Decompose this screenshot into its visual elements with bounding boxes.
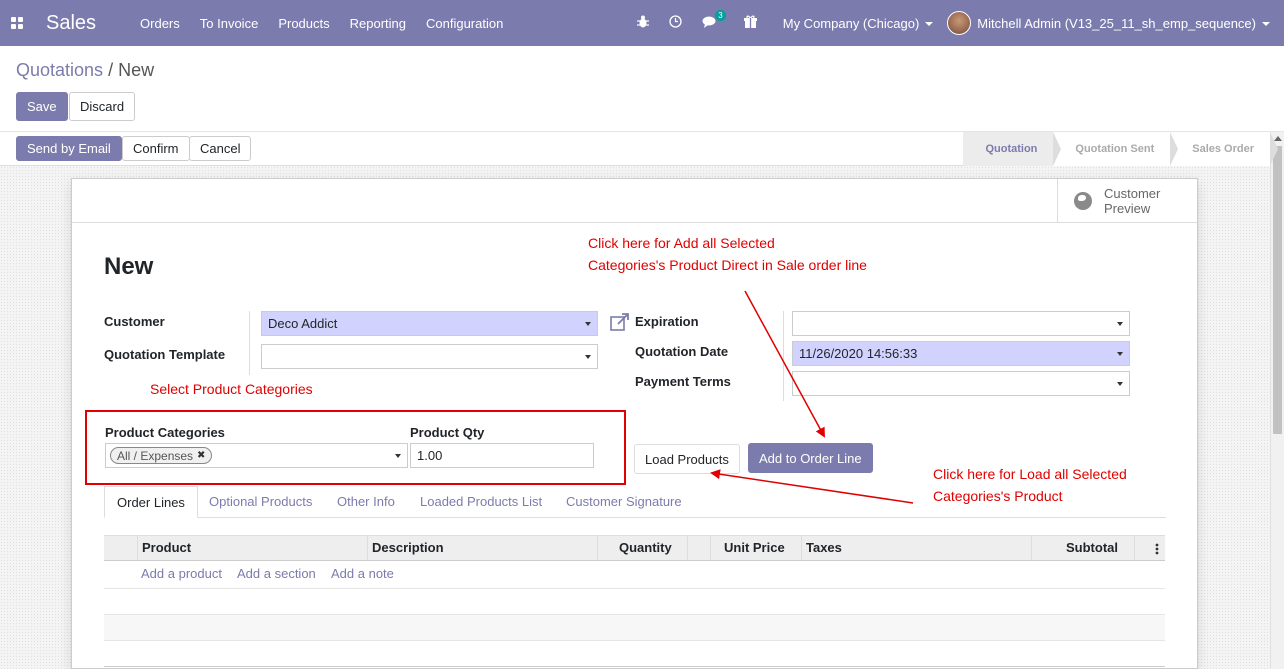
page-title: New — [104, 253, 154, 280]
annotation-add-to-order: Click here for Add all Selected Categorie… — [588, 235, 867, 273]
notebook-tabs: Order Lines Optional Products Other Info… — [104, 486, 1166, 518]
scrollbar[interactable] — [1270, 132, 1284, 669]
column-subtotal[interactable]: Subtotal — [1066, 536, 1118, 560]
payment-terms-field[interactable] — [792, 371, 1130, 396]
globe-icon — [1074, 192, 1092, 210]
chevron-down-icon — [1117, 322, 1123, 326]
remove-tag-icon[interactable]: ✖ — [197, 450, 205, 461]
quotation-date-label: Quotation Date — [635, 344, 729, 359]
column-description[interactable]: Description — [372, 536, 444, 560]
chat-count-badge: 3 — [715, 9, 726, 21]
menu-reporting[interactable]: Reporting — [350, 16, 406, 31]
customer-field[interactable]: Deco Addict — [261, 311, 598, 336]
status-bar: Send by Email Confirm Cancel Quotation Q… — [0, 132, 1278, 166]
add-section-link[interactable]: Add a section — [237, 566, 316, 581]
quotation-date-field[interactable]: 11/26/2020 14:56:33 — [792, 341, 1130, 366]
table-row — [104, 615, 1165, 641]
chevron-down-icon — [395, 454, 401, 458]
button-box: Customer Preview — [72, 179, 1197, 223]
apps-menu-icon[interactable] — [0, 0, 34, 46]
breadcrumb-quotations[interactable]: Quotations — [16, 60, 103, 80]
product-qty-field[interactable]: 1.00 — [410, 443, 594, 468]
tab-order-lines[interactable]: Order Lines — [104, 486, 198, 518]
stage-quotation-sent[interactable]: Quotation Sent — [1053, 132, 1179, 166]
table-row — [104, 588, 1165, 589]
chevron-down-icon — [1262, 22, 1270, 27]
product-qty-label: Product Qty — [410, 425, 485, 440]
annotation-select-categories: Select Product Categories — [150, 381, 313, 397]
breadcrumb: Quotations / New — [16, 60, 155, 80]
product-categories-label: Product Categories — [105, 425, 225, 440]
product-categories-field[interactable]: All / Expenses ✖ — [105, 443, 408, 468]
stage-quotation[interactable]: Quotation — [963, 132, 1062, 166]
chevron-down-icon — [925, 22, 934, 27]
app-brand[interactable]: Sales — [46, 12, 96, 35]
chevron-down-icon — [1117, 382, 1123, 386]
external-link-icon[interactable] — [610, 313, 630, 331]
menu-products[interactable]: Products — [278, 16, 329, 31]
tab-optional-products[interactable]: Optional Products — [209, 486, 312, 518]
quotation-template-label: Quotation Template — [104, 347, 226, 362]
send-by-email-button[interactable]: Send by Email — [16, 136, 122, 161]
tab-other-info[interactable]: Other Info — [337, 486, 395, 518]
stage-pipeline: Quotation Quotation Sent Sales Order — [963, 132, 1278, 166]
chevron-down-icon — [585, 322, 591, 326]
field-separator — [249, 311, 250, 375]
column-options-icon[interactable] — [1155, 536, 1161, 560]
column-taxes[interactable]: Taxes — [806, 536, 842, 560]
menu-orders[interactable]: Orders — [140, 16, 180, 31]
chevron-down-icon — [585, 355, 591, 359]
category-tag: All / Expenses ✖ — [110, 447, 213, 464]
user-menu[interactable]: Mitchell Admin (V13_25_11_sh_emp_sequenc… — [977, 16, 1270, 31]
top-navbar: Sales Orders To Invoice Products Reporti… — [0, 0, 1284, 46]
customer-preview-button[interactable]: Customer Preview — [1057, 179, 1197, 223]
payment-terms-label: Payment Terms — [635, 374, 731, 389]
table-row — [104, 640, 1165, 641]
systray: 3 My Company (Chicago) Mitchell Admin (V… — [627, 0, 1284, 46]
add-to-order-line-button[interactable]: Add to Order Line — [748, 443, 873, 473]
menu-configuration[interactable]: Configuration — [426, 16, 503, 31]
company-switcher[interactable]: My Company (Chicago) — [783, 16, 934, 31]
load-products-button[interactable]: Load Products — [634, 444, 740, 474]
add-product-link[interactable]: Add a product — [141, 566, 222, 581]
gift-icon[interactable] — [743, 15, 757, 31]
chevron-down-icon — [1117, 352, 1123, 356]
expiration-label: Expiration — [635, 314, 699, 329]
chat-icon[interactable]: 3 — [702, 9, 726, 31]
add-note-link[interactable]: Add a note — [331, 566, 394, 581]
tab-customer-signature[interactable]: Customer Signature — [566, 486, 682, 518]
discard-button[interactable]: Discard — [69, 92, 136, 121]
column-product[interactable]: Product — [142, 536, 191, 560]
menu-to-invoice[interactable]: To Invoice — [200, 16, 259, 31]
save-button[interactable]: Save — [16, 92, 68, 121]
table-row — [104, 666, 1165, 667]
clock-icon[interactable] — [669, 15, 682, 31]
confirm-button[interactable]: Confirm — [122, 136, 190, 161]
quotation-template-field[interactable] — [261, 344, 598, 369]
field-separator — [783, 311, 784, 401]
column-unit-price[interactable]: Unit Price — [724, 536, 785, 560]
cancel-order-button[interactable]: Cancel — [189, 136, 252, 161]
customer-label: Customer — [104, 314, 165, 329]
tab-loaded-products-list[interactable]: Loaded Products List — [420, 486, 542, 518]
scroll-thumb[interactable] — [1273, 146, 1282, 434]
avatar[interactable] — [947, 11, 972, 35]
bug-icon[interactable] — [636, 15, 649, 31]
expiration-field[interactable] — [792, 311, 1130, 336]
breadcrumb-current: New — [118, 60, 155, 80]
column-quantity[interactable]: Quantity — [619, 536, 672, 560]
order-lines-header: Product Description Quantity Unit Price … — [104, 535, 1165, 561]
stage-sales-order[interactable]: Sales Order — [1170, 132, 1278, 166]
